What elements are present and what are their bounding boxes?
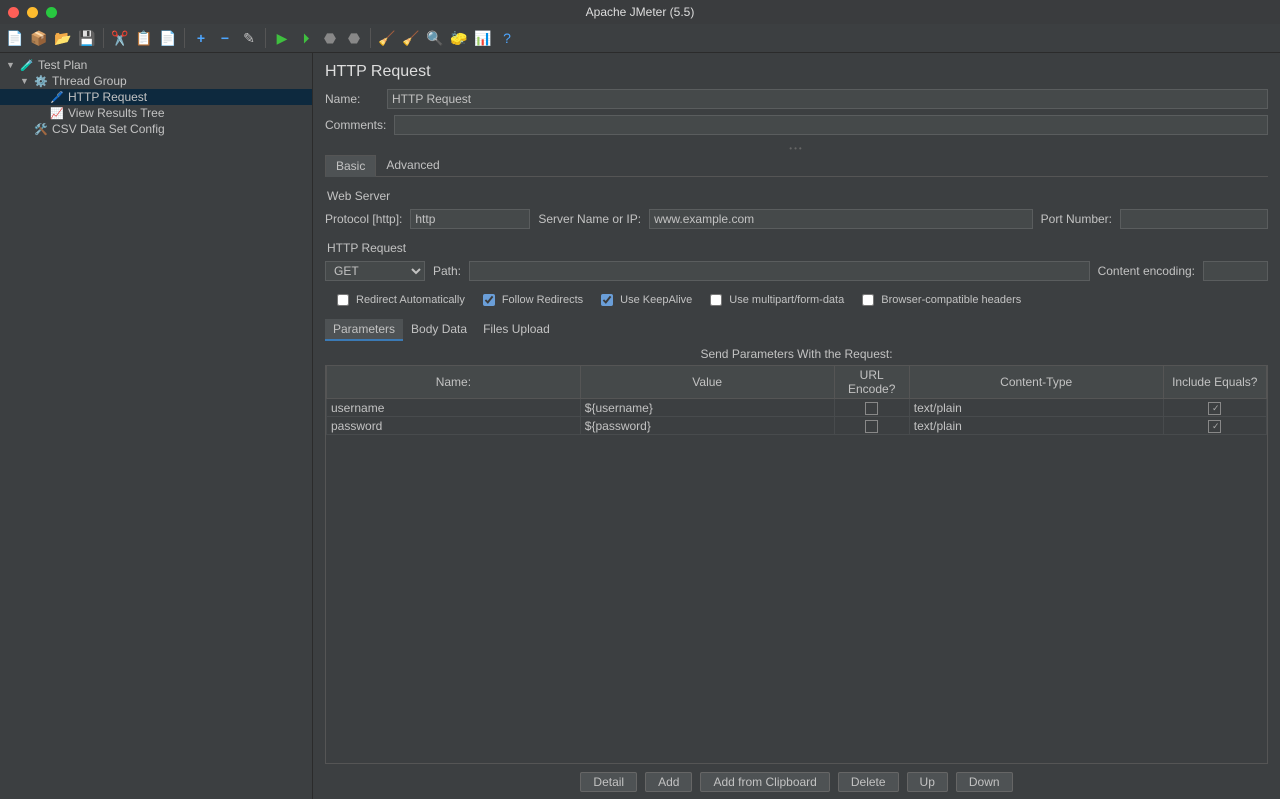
start-no-pause-icon[interactable]: ⏵ <box>295 27 317 49</box>
redirect-auto-checkbox[interactable]: Redirect Automatically <box>333 291 465 309</box>
col-name: Name: <box>327 366 581 399</box>
tree-label: Test Plan <box>38 58 87 72</box>
col-url-encode: URL Encode? <box>834 366 909 399</box>
window-title: Apache JMeter (5.5) <box>0 5 1280 19</box>
params-title: Send Parameters With the Request: <box>325 347 1268 361</box>
save-icon[interactable]: 💾 <box>76 27 98 49</box>
tree-label: View Results Tree <box>68 106 165 120</box>
encoding-input[interactable] <box>1203 261 1268 281</box>
new-icon[interactable]: 📄 <box>4 27 26 49</box>
tree-label: HTTP Request <box>68 90 147 104</box>
templates-icon[interactable]: 📦 <box>28 27 50 49</box>
titlebar: Apache JMeter (5.5) <box>0 0 1280 24</box>
reset-search-icon[interactable]: 🧽 <box>448 27 470 49</box>
function-helper-icon[interactable]: 📊 <box>472 27 494 49</box>
port-label: Port Number: <box>1041 212 1112 226</box>
collapse-icon[interactable]: − <box>214 27 236 49</box>
panel-heading: HTTP Request <box>325 63 1268 81</box>
protocol-label: Protocol [http]: <box>325 212 402 226</box>
protocol-input[interactable] <box>410 209 530 229</box>
encoding-label: Content encoding: <box>1098 264 1195 278</box>
subtab-parameters[interactable]: Parameters <box>325 319 403 341</box>
paste-icon[interactable]: 📄 <box>157 27 179 49</box>
expand-icon[interactable]: + <box>190 27 212 49</box>
start-icon[interactable]: ▶ <box>271 27 293 49</box>
name-input[interactable] <box>387 89 1268 109</box>
toolbar: 📄 📦 📂 💾 ✂️ 📋 📄 + − ✎ ▶ ⏵ ⬣ ⬣ 🧹 🧹 🔍 🧽 📊 ? <box>0 24 1280 53</box>
port-input[interactable] <box>1120 209 1268 229</box>
tree-label: Thread Group <box>52 74 127 88</box>
name-label: Name: <box>325 92 379 106</box>
down-button[interactable]: Down <box>956 772 1013 792</box>
search-icon[interactable]: 🔍 <box>424 27 446 49</box>
tree-node-test-plan[interactable]: ▼🧪 Test Plan <box>0 57 312 73</box>
tree-label: CSV Data Set Config <box>52 122 165 136</box>
cut-icon[interactable]: ✂️ <box>109 27 131 49</box>
comments-label: Comments: <box>325 118 386 132</box>
clear-all-icon[interactable]: 🧹 <box>400 27 422 49</box>
tree-node-view-results[interactable]: 📈 View Results Tree <box>0 105 312 121</box>
editor-panel: HTTP Request Name: Comments: Basic Advan… <box>313 53 1280 799</box>
tree-node-http-request[interactable]: 🖊️ HTTP Request <box>0 89 312 105</box>
help-icon[interactable]: ? <box>496 27 518 49</box>
table-row[interactable]: username ${username} text/plain <box>327 399 1267 417</box>
multipart-checkbox[interactable]: Use multipart/form-data <box>706 291 844 309</box>
col-content-type: Content-Type <box>909 366 1163 399</box>
col-include-equals: Include Equals? <box>1163 366 1266 399</box>
col-value: Value <box>580 366 834 399</box>
clear-icon[interactable]: 🧹 <box>376 27 398 49</box>
http-request-section-label: HTTP Request <box>327 241 1268 255</box>
up-button[interactable]: Up <box>907 772 948 792</box>
path-input[interactable] <box>469 261 1090 281</box>
keepalive-checkbox[interactable]: Use KeepAlive <box>597 291 692 309</box>
shutdown-icon[interactable]: ⬣ <box>343 27 365 49</box>
add-from-clipboard-button[interactable]: Add from Clipboard <box>700 772 829 792</box>
stop-icon[interactable]: ⬣ <box>319 27 341 49</box>
toggle-icon[interactable]: ✎ <box>238 27 260 49</box>
tree-node-thread-group[interactable]: ▼⚙️ Thread Group <box>0 73 312 89</box>
tab-basic[interactable]: Basic <box>325 155 376 177</box>
test-plan-tree[interactable]: ▼🧪 Test Plan ▼⚙️ Thread Group 🖊️ HTTP Re… <box>0 53 313 799</box>
params-table[interactable]: Name: Value URL Encode? Content-Type Inc… <box>325 365 1268 764</box>
comments-input[interactable] <box>394 115 1268 135</box>
server-name-label: Server Name or IP: <box>538 212 641 226</box>
subtab-files-upload[interactable]: Files Upload <box>475 319 558 341</box>
subtab-body-data[interactable]: Body Data <box>403 319 475 341</box>
detail-button[interactable]: Detail <box>580 772 637 792</box>
tab-advanced[interactable]: Advanced <box>376 155 449 176</box>
open-icon[interactable]: 📂 <box>52 27 74 49</box>
copy-icon[interactable]: 📋 <box>133 27 155 49</box>
method-select[interactable]: GET <box>325 261 425 281</box>
delete-button[interactable]: Delete <box>838 772 899 792</box>
table-row[interactable]: password ${password} text/plain <box>327 417 1267 435</box>
path-label: Path: <box>433 264 461 278</box>
follow-redirects-checkbox[interactable]: Follow Redirects <box>479 291 583 309</box>
splitter-handle[interactable] <box>325 143 1268 153</box>
add-button[interactable]: Add <box>645 772 692 792</box>
browser-headers-checkbox[interactable]: Browser-compatible headers <box>858 291 1021 309</box>
web-server-section-label: Web Server <box>327 189 1268 203</box>
server-name-input[interactable] <box>649 209 1033 229</box>
tree-node-csv-config[interactable]: 🛠️ CSV Data Set Config <box>0 121 312 137</box>
